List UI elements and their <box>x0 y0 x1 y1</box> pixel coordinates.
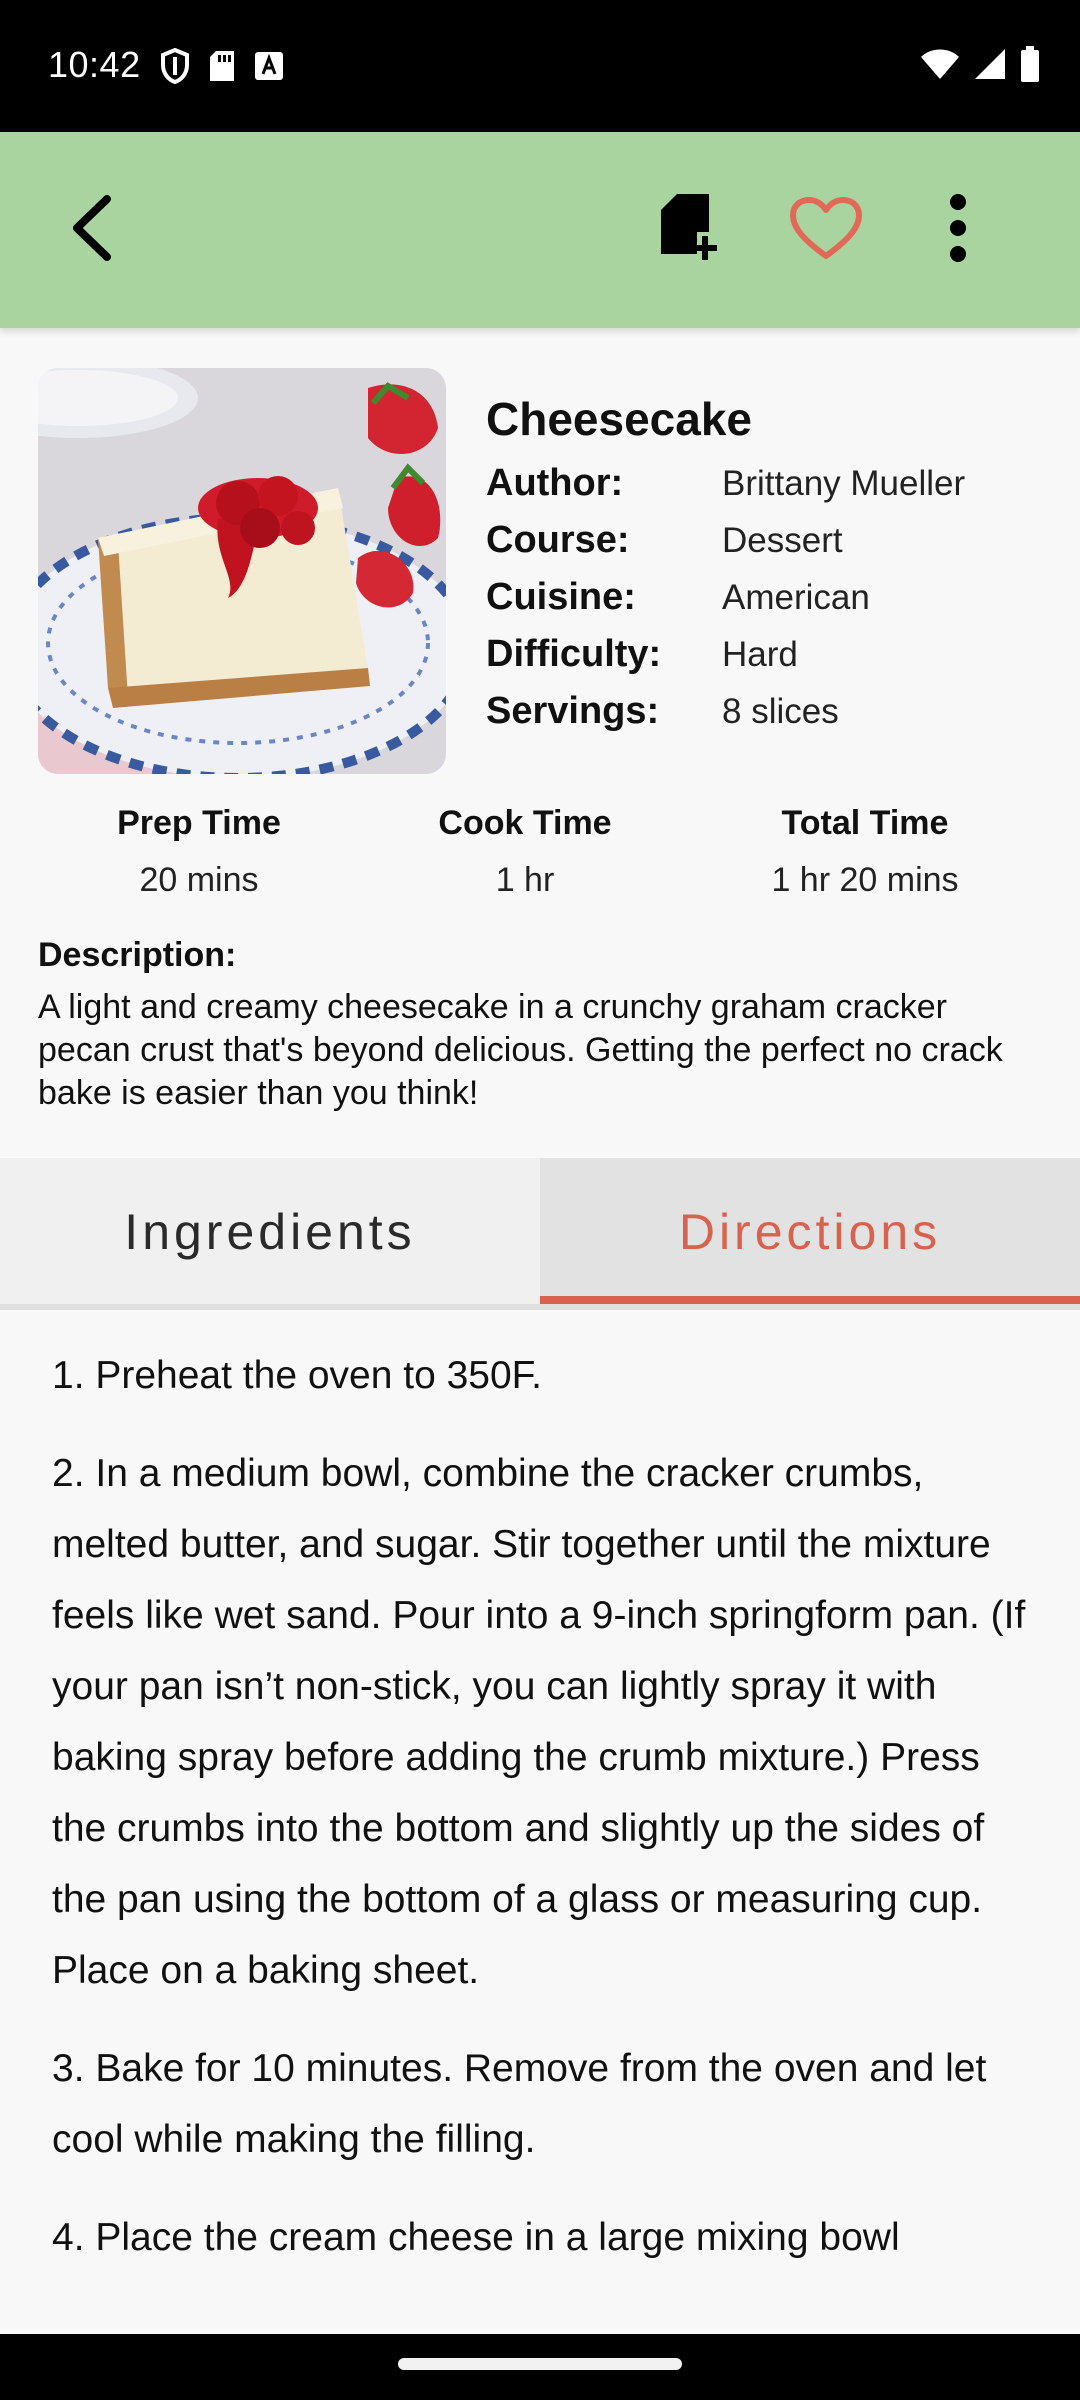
meta-label: Author: <box>486 462 624 504</box>
back-icon <box>67 193 117 268</box>
tab-bar: Ingredients Directions <box>0 1158 1080 1306</box>
meta-label: Difficulty: <box>486 633 662 675</box>
more-vert-icon <box>948 193 968 267</box>
description-text: A light and creamy cheesecake in a crunc… <box>38 988 1003 1112</box>
home-gesture-handle[interactable] <box>398 2358 682 2370</box>
tab-indicator <box>540 1296 1080 1304</box>
meta-label: Course: <box>486 519 630 561</box>
recipe-image <box>38 368 446 774</box>
heart-icon <box>789 196 863 265</box>
add-to-list-button[interactable] <box>642 180 742 280</box>
direction-step: 4. Place the cream cheese in a large mix… <box>52 2216 900 2259</box>
status-bar: 10:42 <box>0 0 1080 132</box>
time-value: 1 hr 20 mins <box>771 861 959 899</box>
meta-value-servings: 8 slices <box>722 692 839 731</box>
shield-icon <box>160 47 190 89</box>
time-value: 20 mins <box>139 861 259 899</box>
tab-ingredients[interactable]: Ingredients <box>0 1158 540 1306</box>
direction-step: 2. In a medium bowl, combine the cracker… <box>52 1452 1026 1992</box>
app-bar <box>0 132 1080 328</box>
total-time: Total Time 1 hr 20 mins <box>705 804 1025 900</box>
time-value: 1 hr <box>495 861 555 899</box>
meta-row-cuisine: Cuisine: American <box>486 576 1046 626</box>
meta-label: Cuisine: <box>486 576 636 618</box>
time-label: Prep Time <box>117 804 281 842</box>
direction-step: 3. Bake for 10 minutes. Remove from the … <box>52 2047 987 2161</box>
favorite-button[interactable] <box>776 180 876 280</box>
recipe-screen: 10:42 Cheesecake Author: Brittany Muelle… <box>0 0 1080 2400</box>
battery-icon <box>1020 46 1040 87</box>
meta-label: Servings: <box>486 690 660 732</box>
meta-value-course: Dessert <box>722 521 843 560</box>
keyboard-a-icon <box>254 51 284 86</box>
time-label: Total Time <box>781 804 949 842</box>
directions-list[interactable]: 1. Preheat the oven to 350F. 2. In a med… <box>52 1340 1042 2300</box>
meta-row-difficulty: Difficulty: Hard <box>486 633 1046 683</box>
meta-row-servings: Servings: 8 slices <box>486 690 1046 740</box>
status-right-icons <box>920 46 1040 87</box>
more-options-button[interactable] <box>908 180 1008 280</box>
cook-time: Cook Time 1 hr <box>385 804 665 900</box>
description-label: Description: <box>38 936 237 974</box>
tab-divider <box>0 1304 1080 1310</box>
status-time: 10:42 <box>48 44 141 85</box>
sd-card-icon <box>208 49 236 88</box>
prep-time: Prep Time 20 mins <box>59 804 339 900</box>
recipe-title: Cheesecake <box>486 393 752 445</box>
back-button[interactable] <box>42 180 142 280</box>
tab-directions[interactable]: Directions <box>540 1158 1080 1306</box>
meta-value-cuisine: American <box>722 578 870 617</box>
meta-row-author: Author: Brittany Mueller <box>486 462 1046 512</box>
signal-icon <box>974 48 1006 85</box>
meta-row-course: Course: Dessert <box>486 519 1046 569</box>
add-to-list-icon <box>657 192 727 269</box>
wifi-icon <box>920 48 960 85</box>
status-left-icons <box>160 47 284 89</box>
direction-step: 1. Preheat the oven to 350F. <box>52 1354 543 1397</box>
meta-value-author: Brittany Mueller <box>722 464 966 503</box>
meta-value-difficulty: Hard <box>722 635 798 674</box>
time-label: Cook Time <box>438 804 612 842</box>
